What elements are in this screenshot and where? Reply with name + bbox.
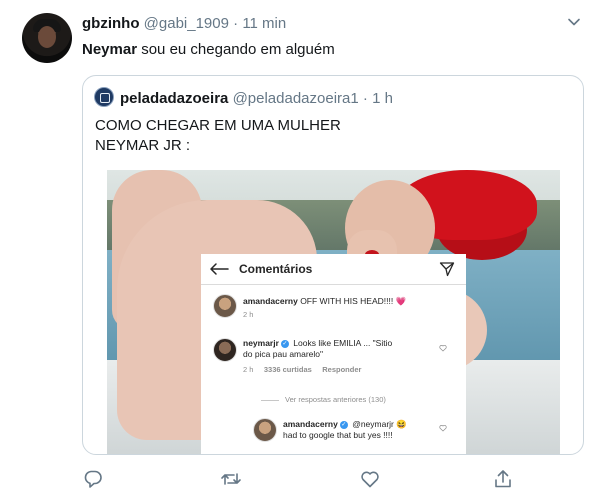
- chevron-down-icon[interactable]: [567, 15, 581, 29]
- heart-icon: [439, 425, 447, 432]
- ig-avatar-amandacerny-reply: [253, 418, 277, 442]
- ig-top-bar: Comentários: [201, 254, 466, 284]
- ig-comment-3-mention: @neymarjr: [352, 419, 394, 429]
- ig-avatar-amandacerny: [213, 294, 237, 318]
- avatar-face: [38, 26, 56, 48]
- share-icon[interactable]: [492, 468, 514, 490]
- ig-comment-3-emoji: 😆: [396, 419, 407, 429]
- ig-comment-1-emoji: 💗: [395, 296, 407, 306]
- ig-view-previous: Ver respostas anteriores (130): [285, 395, 386, 404]
- ig-replies-divider: [261, 400, 279, 401]
- verified-badge-icon: ✓: [339, 420, 348, 429]
- send-icon: [439, 262, 455, 277]
- ig-comment-1-text: OFF WITH HIS HEAD!!!!: [300, 296, 394, 306]
- ig-comment-3-line-1: amandacerny ✓ @neymarjr 😆: [283, 419, 407, 430]
- quoted-media-image[interactable]: Comentários amandacerny OFF WITH HIS HEA…: [107, 170, 560, 454]
- ig-comment-2-meta: 2 h 3336 curtidas Responder: [243, 365, 361, 375]
- tweet-header: gbzinho @gabi_1909 · 11 min: [82, 14, 286, 33]
- tweet-text-bold: Neymar: [82, 41, 138, 58]
- quoted-text: COMO CHEGAR EM UMA MULHER NEYMAR JR :: [95, 117, 341, 154]
- instagram-comments-screenshot: Comentários amandacerny OFF WITH HIS HEA…: [201, 254, 466, 454]
- ig-divider: [201, 284, 466, 285]
- handle[interactable]: @gabi_1909: [144, 15, 229, 32]
- ig-comment-2-age: 2 h: [243, 365, 254, 374]
- arrow-left-icon: [210, 263, 229, 275]
- quoted-separator: ·: [362, 90, 368, 107]
- ig-title: Comentários: [239, 262, 313, 276]
- timestamp[interactable]: 11 min: [242, 15, 286, 32]
- heart-icon: [439, 345, 447, 352]
- avatar[interactable]: [22, 13, 72, 63]
- tweet-text: Neymar sou eu chegando em alguém: [82, 40, 335, 60]
- ig-comment-2-reply: Responder: [322, 365, 362, 374]
- quoted-avatar[interactable]: [94, 87, 114, 107]
- tweet[interactable]: gbzinho @gabi_1909 · 11 min Neymar sou e…: [0, 0, 601, 502]
- reply-icon[interactable]: [82, 468, 104, 490]
- ig-comment-1-age: 2 h: [243, 310, 254, 319]
- quoted-tweet[interactable]: peladadazoeira @peladadazoeira1 · 1 h CO…: [82, 75, 584, 455]
- tweet-actions: [82, 468, 522, 490]
- quoted-timestamp[interactable]: 1 h: [372, 90, 393, 107]
- ig-avatar-neymarjr: [213, 338, 237, 362]
- heart-icon[interactable]: [359, 468, 381, 490]
- display-name[interactable]: gbzinho: [82, 15, 139, 32]
- tweet-text-rest: sou eu chegando em alguém: [137, 41, 335, 58]
- ig-comment-1: amandacerny OFF WITH HIS HEAD!!!! 💗: [243, 296, 406, 307]
- ig-comment-3-user: amandacerny: [283, 419, 338, 429]
- ig-comment-2-user: neymarjr: [243, 338, 279, 348]
- verified-badge-icon: ✓: [280, 339, 289, 348]
- separator: ·: [233, 15, 239, 32]
- ig-comment-2-text: Looks like EMILIA ... "Sitio: [293, 338, 393, 348]
- quoted-display-name[interactable]: peladadazoeira: [120, 90, 228, 107]
- quoted-handle[interactable]: @peladadazoeira1: [233, 90, 359, 107]
- ig-comment-2-line-1: neymarjr ✓ Looks like EMILIA ... "Sitio: [243, 338, 392, 349]
- ig-comment-2-line-2: do pica pau amarelo": [243, 349, 324, 359]
- retweet-icon[interactable]: [220, 468, 242, 490]
- ig-comment-1-user: amandacerny: [243, 296, 298, 306]
- ig-comment-2-likes: 3336 curtidas: [263, 365, 312, 374]
- quoted-header: peladadazoeira @peladadazoeira1 · 1 h: [120, 89, 393, 108]
- ig-comment-3-line-2: had to google that but yes !!!!: [283, 430, 393, 440]
